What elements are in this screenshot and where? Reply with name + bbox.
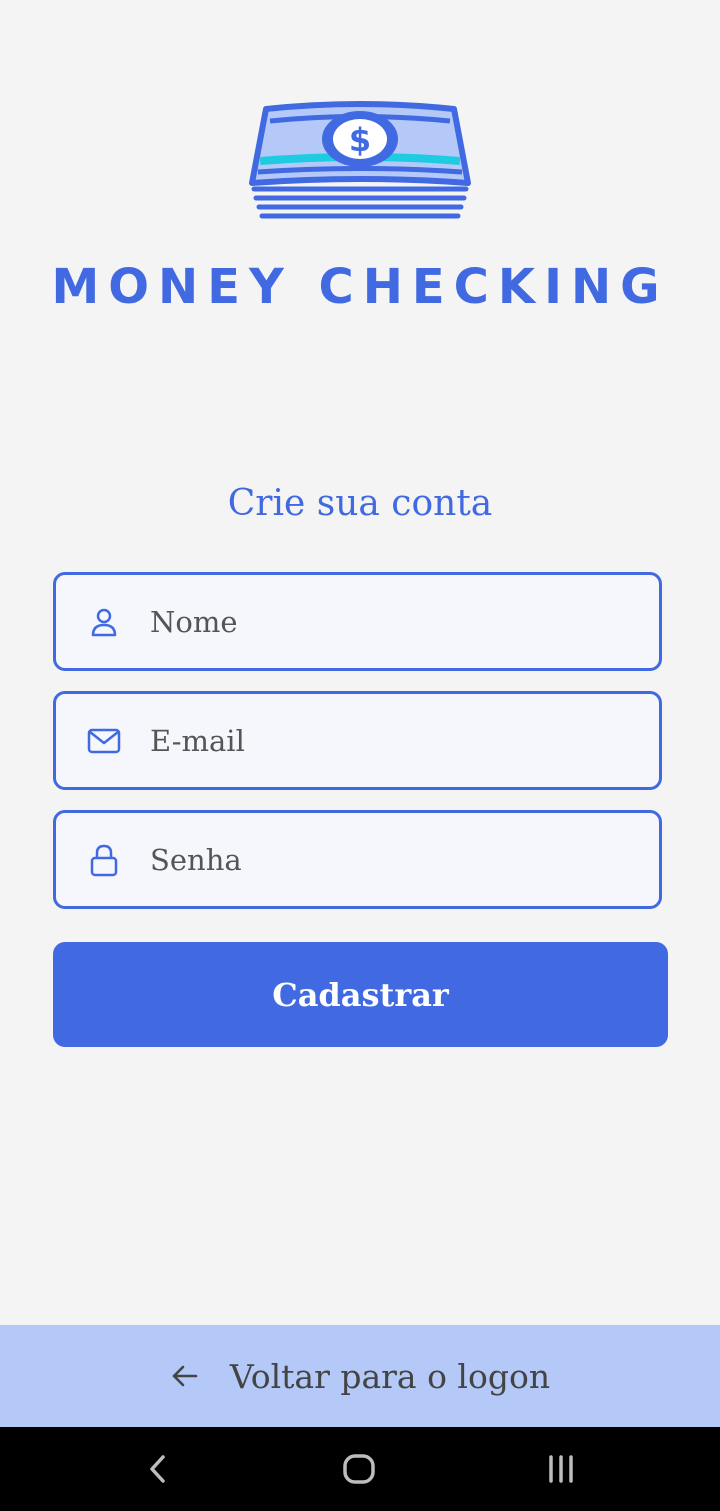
logo-text: MONEY CHECKING [51,259,669,315]
mail-icon [86,723,122,759]
user-icon [86,604,122,640]
name-field[interactable] [53,572,662,671]
arrow-left-icon [172,1365,198,1387]
page-title: Crie sua conta [227,483,493,524]
email-input[interactable] [148,722,632,759]
lock-icon [86,842,122,878]
name-input[interactable] [148,603,632,640]
system-navigation-bar [0,1427,720,1511]
chevron-left-icon [150,1455,165,1483]
nav-recents-button[interactable] [539,1447,583,1491]
app-logo: $ MONEY CHECKING [0,95,720,311]
password-input[interactable] [148,841,632,878]
nav-back-button[interactable] [136,1447,180,1491]
back-to-logon-label: Voltar para o logon [229,1356,551,1396]
recents-icon [549,1455,573,1483]
money-stack-icon: $ [249,101,471,219]
back-to-logon-link[interactable]: Voltar para o logon [0,1325,720,1427]
nav-home-button[interactable] [337,1447,381,1491]
register-button[interactable]: Cadastrar [53,942,668,1047]
svg-text:$: $ [349,121,371,159]
password-field[interactable] [53,810,662,909]
email-field[interactable] [53,691,662,790]
home-icon [343,1454,375,1484]
